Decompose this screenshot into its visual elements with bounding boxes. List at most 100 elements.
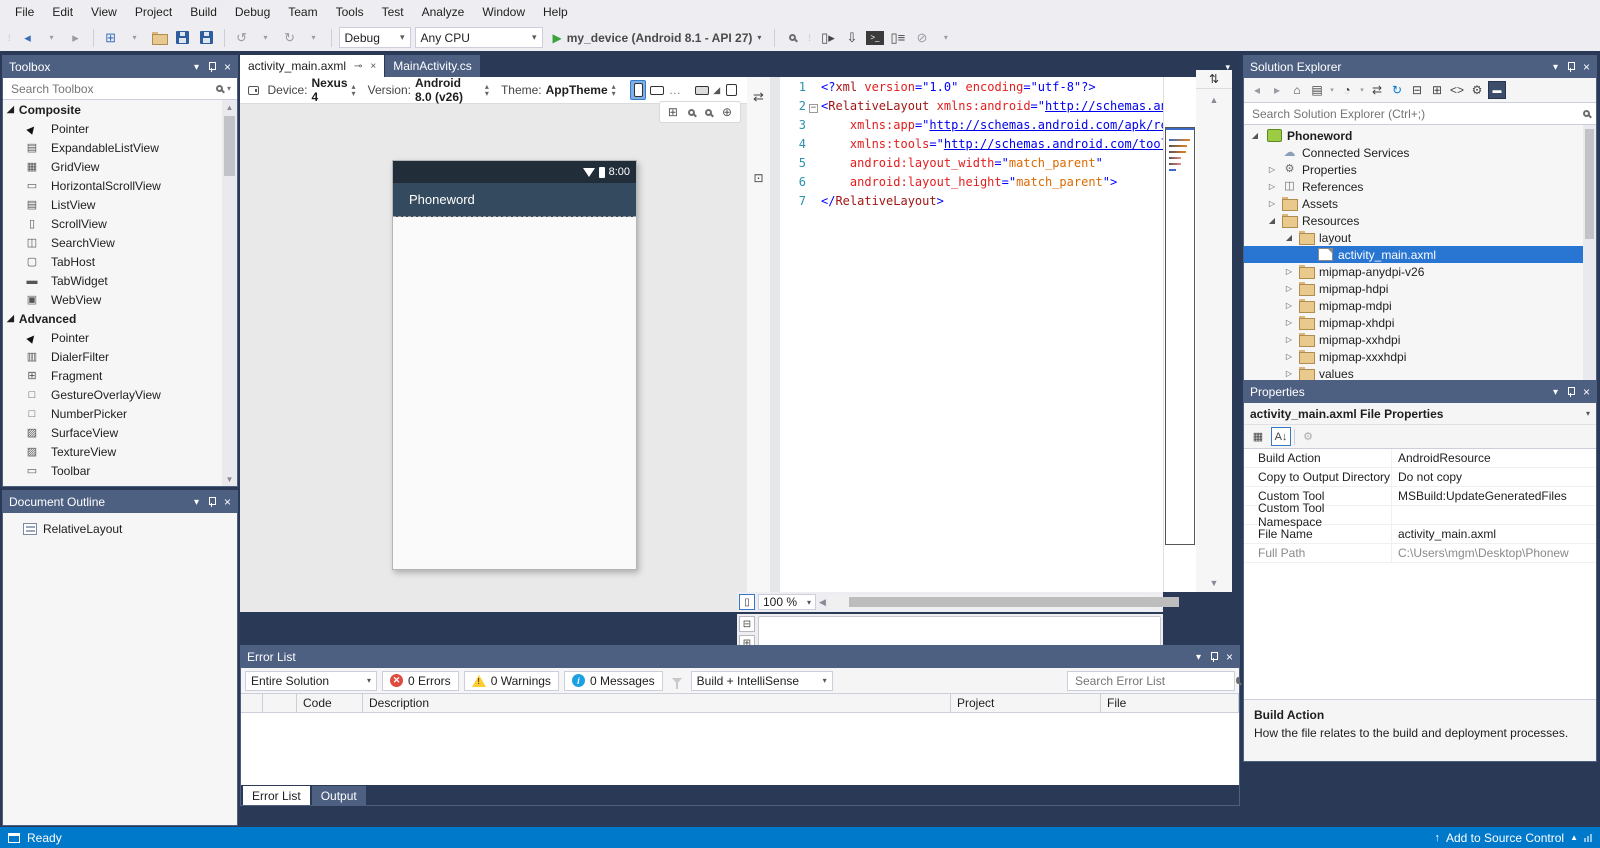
tree-item-references[interactable]: ▷◫References (1244, 178, 1583, 195)
menu-tools[interactable]: Tools (327, 1, 373, 23)
column-header-code[interactable]: Code (297, 694, 363, 712)
code-folding-margin[interactable]: − (806, 77, 821, 592)
scroll-down-icon[interactable]: ▼ (1196, 578, 1232, 588)
toolbox-search[interactable]: ▾ (3, 78, 237, 100)
code-line[interactable]: xmlns:tools="http://schemas.android.com/… (821, 135, 1163, 154)
view-code-icon[interactable]: <> (1448, 81, 1466, 99)
grid-toggle-icon[interactable]: ⊞ (668, 105, 678, 119)
toolbox-item-textureview[interactable]: ▨TextureView (3, 442, 222, 461)
code-line[interactable]: </RelativeLayout> (821, 192, 1163, 211)
device-spinner-icon[interactable]: ▴▾ (352, 83, 356, 97)
property-value[interactable]: AndroidResource (1392, 449, 1596, 467)
scroll-down-icon[interactable]: ▼ (222, 472, 237, 486)
chevron-down-icon[interactable]: ▾ (1586, 409, 1590, 418)
scope-select[interactable]: Entire Solution▾ (245, 671, 377, 691)
device-select[interactable]: Nexus 4 (312, 77, 348, 104)
property-row-build-action[interactable]: Build ActionAndroidResource (1244, 449, 1596, 468)
toolbox-item-listview[interactable]: ▤ListView (3, 195, 222, 214)
solutions-dropdown-icon[interactable]: ▤ (1308, 81, 1326, 99)
tree-item-mipmap-hdpi[interactable]: ▷mipmap-hdpi (1244, 280, 1583, 297)
forward-icon[interactable]: ▸ (1268, 81, 1286, 99)
menu-test[interactable]: Test (373, 1, 413, 23)
categorized-view-icon[interactable]: ▦ (1248, 427, 1268, 446)
warnings-filter-button[interactable]: 0 Warnings (464, 671, 559, 691)
tree-item-resources[interactable]: ◢Resources (1244, 212, 1583, 229)
editor-zoom-select[interactable]: 100 %▾ (758, 594, 816, 610)
menu-analyze[interactable]: Analyze (413, 1, 474, 23)
phone-preview[interactable]: 8:00 Phoneword (392, 160, 637, 570)
collapsed-arrow-icon[interactable]: ▷ (1284, 369, 1294, 378)
toolbox-item-scrollview[interactable]: ▯ScrollView (3, 214, 222, 233)
code-text[interactable]: <?xml version="1.0" encoding="utf-8"?><R… (821, 77, 1163, 592)
column-header-project[interactable]: Project (951, 694, 1101, 712)
zoom-fit-icon[interactable] (688, 105, 695, 119)
menu-debug[interactable]: Debug (226, 1, 279, 23)
close-icon[interactable]: × (1226, 650, 1233, 664)
tree-item-mipmap-anydpi-v26[interactable]: ▷mipmap-anydpi-v26 (1244, 263, 1583, 280)
tree-item-mipmap-xhdpi[interactable]: ▷mipmap-xhdpi (1244, 314, 1583, 331)
undo-dropdown-icon[interactable]: ▾ (256, 28, 276, 48)
keyboard-toggle-icon[interactable] (694, 80, 709, 100)
tab-activity_main.axml[interactable]: activity_main.axml⊸× (240, 55, 384, 77)
collapsed-arrow-icon[interactable]: ▷ (1284, 284, 1294, 293)
start-debugging-button[interactable]: ▶ my_device (Android 8.1 - API 27) ▾ (547, 27, 768, 49)
tree-item-connected services[interactable]: ☁Connected Services (1244, 144, 1583, 161)
toolbox-item-expandablelistview[interactable]: ▤ExpandableListView (3, 138, 222, 157)
editor-minimap-scrollbar[interactable] (1163, 77, 1196, 592)
breakpoint-margin[interactable] (770, 77, 780, 592)
toolbox-item-tabhost[interactable]: ▢TabHost (3, 252, 222, 271)
pin-icon[interactable] (1566, 62, 1575, 73)
scroll-left-icon[interactable]: ◀ (819, 597, 826, 608)
menu-window[interactable]: Window (473, 1, 534, 23)
bottom-tab-output[interactable]: Output (312, 786, 366, 805)
redo-dropdown-icon[interactable]: ▾ (304, 28, 324, 48)
toolbox-item-searchview[interactable]: ◫SearchView (3, 233, 222, 252)
search-options-icon[interactable]: ▾ (227, 84, 231, 93)
resize-icon[interactable]: ◢ (713, 85, 720, 96)
pin-icon[interactable] (207, 497, 216, 508)
toolbox-item-numberpicker[interactable]: □NumberPicker (3, 404, 222, 423)
add-to-source-control-button[interactable]: Add to Source Control (1446, 831, 1564, 845)
property-value[interactable]: MSBuild:UpdateGeneratedFiles (1392, 487, 1596, 505)
toolbox-item-dialerfilter[interactable]: ▥DialerFilter (3, 347, 222, 366)
filter-icon[interactable] (672, 678, 682, 684)
new-item-dropdown-icon[interactable]: ▾ (125, 28, 145, 48)
toolbox-item-pointer[interactable]: ▶Pointer (3, 328, 222, 347)
pin-icon[interactable] (1209, 652, 1218, 663)
collapse-all-icon[interactable]: ⊟ (1408, 81, 1426, 99)
collapsed-arrow-icon[interactable]: ▷ (1267, 182, 1277, 191)
close-icon[interactable]: × (370, 61, 376, 72)
expanded-arrow-icon[interactable]: ◢ (1250, 131, 1260, 140)
landscape-orientation-button[interactable] (650, 80, 665, 100)
property-value[interactable]: C:\Users\mgm\Desktop\Phonew (1392, 544, 1596, 562)
pending-changes-chevron-icon[interactable]: ▾ (1358, 81, 1366, 99)
more-options-icon[interactable]: … (669, 83, 681, 97)
close-icon[interactable]: × (224, 60, 231, 74)
code-line[interactable]: xmlns:app="http://schemas.android.com/ap… (821, 116, 1163, 135)
zoom-out-icon[interactable] (705, 105, 712, 119)
solution-platform-select[interactable]: Any CPU▾ (415, 27, 543, 48)
menu-edit[interactable]: Edit (43, 1, 82, 23)
scroll-thumb[interactable] (224, 116, 235, 176)
tree-item-properties[interactable]: ▷⚙Properties (1244, 161, 1583, 178)
window-menu-icon[interactable]: ▾ (194, 62, 199, 73)
menu-build[interactable]: Build (181, 1, 226, 23)
save-all-icon[interactable] (197, 28, 217, 48)
tree-item-phoneword[interactable]: ◢Phoneword (1244, 127, 1583, 144)
alternate-device-icon[interactable] (724, 80, 739, 100)
toolbox-title-bar[interactable]: Toolbox ▾ × (3, 56, 237, 78)
toolbox-item-fragment[interactable]: ⊞Fragment (3, 366, 222, 385)
close-icon[interactable]: × (1583, 60, 1590, 74)
minimap-viewport[interactable] (1165, 127, 1195, 545)
open-file-icon[interactable] (149, 28, 169, 48)
intellisense-filter-select[interactable]: Build + IntelliSense▾ (691, 671, 833, 691)
toolbox-item-pointer[interactable]: ▶Pointer (3, 119, 222, 138)
solution-explorer-title-bar[interactable]: Solution Explorer ▾ × (1244, 56, 1596, 78)
collapsed-arrow-icon[interactable]: ▷ (1284, 267, 1294, 276)
split-horizontal-icon[interactable]: ⊟ (739, 616, 755, 632)
pin-icon[interactable]: ⊸ (354, 61, 362, 72)
pending-changes-icon[interactable]: ◔ (1338, 81, 1356, 99)
back-icon[interactable]: ◂ (1248, 81, 1266, 99)
scroll-thumb[interactable] (1585, 129, 1594, 239)
solution-search-input[interactable] (1250, 106, 1583, 122)
